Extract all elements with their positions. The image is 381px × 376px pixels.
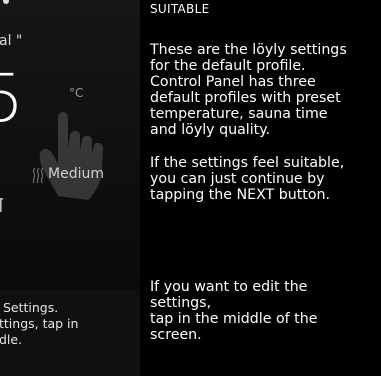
description-paragraph-edit: If you want to edit the settings, tap in…	[150, 279, 318, 343]
control-panel-screen[interactable]: al " 5 °C Medium Settings. ttings, tap i…	[0, 0, 140, 376]
indicator-dot	[3, 0, 9, 4]
description-paragraph-profile: These are the löyly settings for the def…	[150, 42, 347, 138]
temperature-value: 5	[0, 60, 24, 137]
hint-text: Settings. ttings, tap in dle.	[0, 300, 79, 347]
hand-tap-icon	[39, 112, 103, 200]
loyly-quality-value: Medium	[48, 166, 104, 182]
description-paragraph-next: If the settings feel suitable, you can j…	[150, 155, 345, 203]
description-heading: SUITABLE	[150, 2, 210, 16]
steam-icon	[32, 168, 44, 184]
temperature-unit: °C	[69, 86, 84, 100]
clock-icon	[0, 198, 3, 212]
profile-name: al "	[0, 33, 23, 49]
tutorial-page: al " 5 °C Medium Settings. ttings, tap i…	[0, 0, 381, 376]
